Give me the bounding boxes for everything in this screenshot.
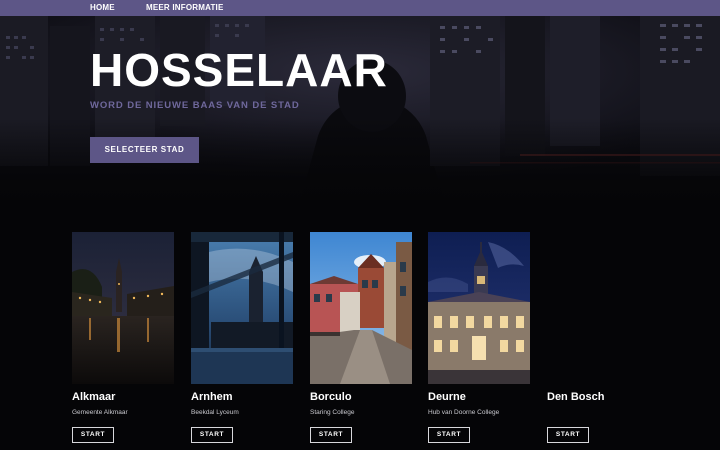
start-button-alkmaar[interactable]: START <box>72 427 114 443</box>
city-image-den-bosch <box>547 232 649 384</box>
city-school: Gemeente Alkmaar <box>72 409 128 416</box>
city-image-borculo <box>310 232 412 384</box>
canal-at-night-photo <box>72 232 174 384</box>
city-image-arnhem <box>191 232 293 384</box>
city-name: Den Bosch <box>547 391 605 403</box>
city-image-deurne <box>428 232 530 384</box>
nav-home-link[interactable]: HOME <box>90 2 115 14</box>
city-name: Alkmaar <box>72 391 116 403</box>
brick-street-photo <box>310 232 412 384</box>
city-name: Deurne <box>428 391 466 403</box>
top-nav: HOME MEER INFORMATIE <box>0 0 720 16</box>
city-card-arnhem: Arnhem Beekdal Lyceum START <box>191 232 295 444</box>
page: HOME MEER INFORMATIE HOSSELAAR WORD DE N… <box>0 0 720 450</box>
town-hall-at-night-photo <box>428 232 530 384</box>
hero-section: HOSSELAAR WORD DE NIEUWE BAAS VAN DE STA… <box>0 16 720 202</box>
city-image-alkmaar <box>72 232 174 384</box>
start-button-borculo[interactable]: START <box>310 427 352 443</box>
city-card-alkmaar: Alkmaar Gemeente Alkmaar START <box>72 232 176 444</box>
city-name: Arnhem <box>191 391 233 403</box>
tower-through-window-photo <box>191 232 293 384</box>
city-card-borculo: Borculo Staring College START <box>310 232 414 444</box>
city-card-den-bosch: Den Bosch START <box>547 232 651 444</box>
hero-title: HOSSELAAR <box>90 44 388 96</box>
city-school: Beekdal Lyceum <box>191 409 239 416</box>
city-card-deurne: Deurne Hub van Doorne College START <box>428 232 532 444</box>
city-school: Staring College <box>310 409 355 416</box>
nav-more-info-link[interactable]: MEER INFORMATIE <box>146 2 224 14</box>
start-button-den-bosch[interactable]: START <box>547 427 589 443</box>
select-city-button[interactable]: SELECTEER STAD <box>90 137 199 163</box>
city-school: Hub van Doorne College <box>428 409 500 416</box>
city-name: Borculo <box>310 391 352 403</box>
start-button-arnhem[interactable]: START <box>191 427 233 443</box>
start-button-deurne[interactable]: START <box>428 427 470 443</box>
hero-subtitle: WORD DE NIEUWE BAAS VAN DE STAD <box>90 100 300 111</box>
